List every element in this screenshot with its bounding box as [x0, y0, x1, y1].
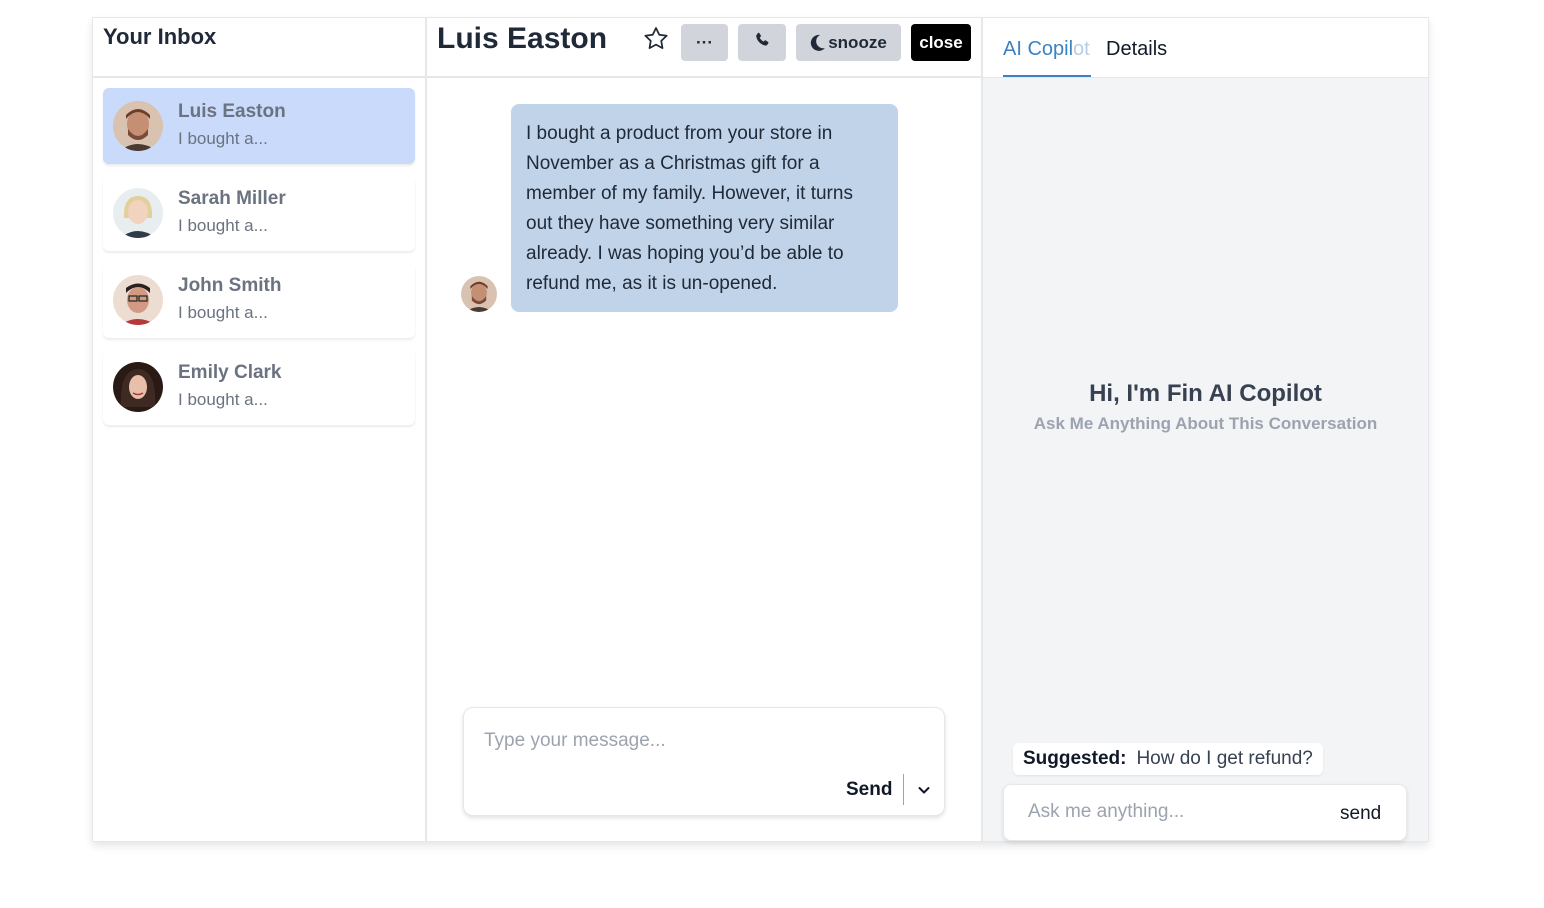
conversation-preview: I bought a...	[178, 216, 268, 235]
message-composer: Send	[463, 707, 945, 816]
suggested-question[interactable]: Suggested: How do I get refund?	[1013, 743, 1323, 775]
chevron-down-icon[interactable]	[916, 782, 932, 798]
conversation-preview: I bought a...	[178, 390, 268, 409]
copilot-ask-box: send	[1003, 784, 1407, 841]
more-options-button[interactable]: ···	[681, 24, 728, 61]
call-button[interactable]	[738, 24, 786, 61]
conversation-name: Emily Clark	[178, 362, 282, 383]
avatar	[113, 275, 163, 325]
send-button[interactable]: Send	[846, 779, 892, 801]
inbox-header: Your Inbox	[93, 18, 425, 78]
message-input[interactable]	[484, 730, 904, 752]
conversation-item-sarah-miller[interactable]: Sarah Miller I bought a...	[103, 175, 415, 251]
divider	[903, 774, 904, 805]
avatar	[461, 276, 497, 312]
tab-ai-copilot-label-faded: ot	[1073, 38, 1090, 60]
conversation-item-john-smith[interactable]: John Smith I bought a...	[103, 262, 415, 338]
copilot-send-button[interactable]: send	[1340, 803, 1381, 825]
suggested-label: Suggested:	[1023, 748, 1127, 769]
snooze-button[interactable]: snooze	[796, 24, 901, 61]
copilot-subtitle: Ask Me Anything About This Conversation	[1033, 414, 1378, 433]
message-row: I bought a product from your store in No…	[461, 104, 898, 312]
conversation-name: Luis Easton	[178, 101, 286, 122]
tab-ai-copilot-label: AI Copil	[1003, 38, 1074, 60]
tab-ai-copilot[interactable]: AI Copilot	[1003, 38, 1090, 61]
conversation-item-emily-clark[interactable]: Emily Clark I bought a...	[103, 349, 415, 425]
copilot-tabs: AI Copilot Details	[983, 18, 1428, 78]
inbox-panel: Your Inbox Luis Easton I bought a... Sar…	[93, 18, 427, 841]
phone-icon	[753, 31, 771, 54]
conversation-item-luis-easton[interactable]: Luis Easton I bought a...	[103, 88, 415, 164]
inbox-title: Your Inbox	[103, 24, 217, 49]
copilot-title: Hi, I'm Fin AI Copilot	[1089, 380, 1322, 407]
avatar	[113, 188, 163, 238]
app-window: Your Inbox Luis Easton I bought a... Sar…	[92, 17, 1429, 842]
star-icon[interactable]	[641, 24, 671, 54]
avatar	[113, 362, 163, 412]
conversation-list: Luis Easton I bought a... Sarah Miller I…	[93, 78, 425, 446]
copilot-input[interactable]	[1028, 801, 1328, 823]
close-label: close	[919, 32, 963, 52]
close-conversation-button[interactable]: close	[911, 24, 971, 61]
tab-details[interactable]: Details	[1106, 38, 1167, 61]
moon-icon	[810, 34, 826, 52]
suggested-text: How do I get refund?	[1136, 748, 1313, 769]
active-tab-indicator	[1003, 75, 1091, 77]
copilot-panel: AI Copilot Details Hi, I'm Fin AI Copilo…	[983, 18, 1428, 841]
conversation-preview: I bought a...	[178, 303, 268, 322]
snooze-label: snooze	[828, 32, 887, 52]
message-bubble: I bought a product from your store in No…	[511, 104, 898, 312]
conversation-preview: I bought a...	[178, 129, 268, 148]
conversation-name: Sarah Miller	[178, 188, 286, 209]
avatar	[113, 101, 163, 151]
more-options-label: ···	[696, 32, 713, 52]
conversation-header: Luis Easton ··· snooze close	[427, 18, 981, 78]
conversation-title: Luis Easton	[437, 22, 608, 55]
conversation-name: John Smith	[178, 275, 282, 296]
conversation-panel: Luis Easton ··· snooze close I bought a …	[427, 18, 983, 841]
